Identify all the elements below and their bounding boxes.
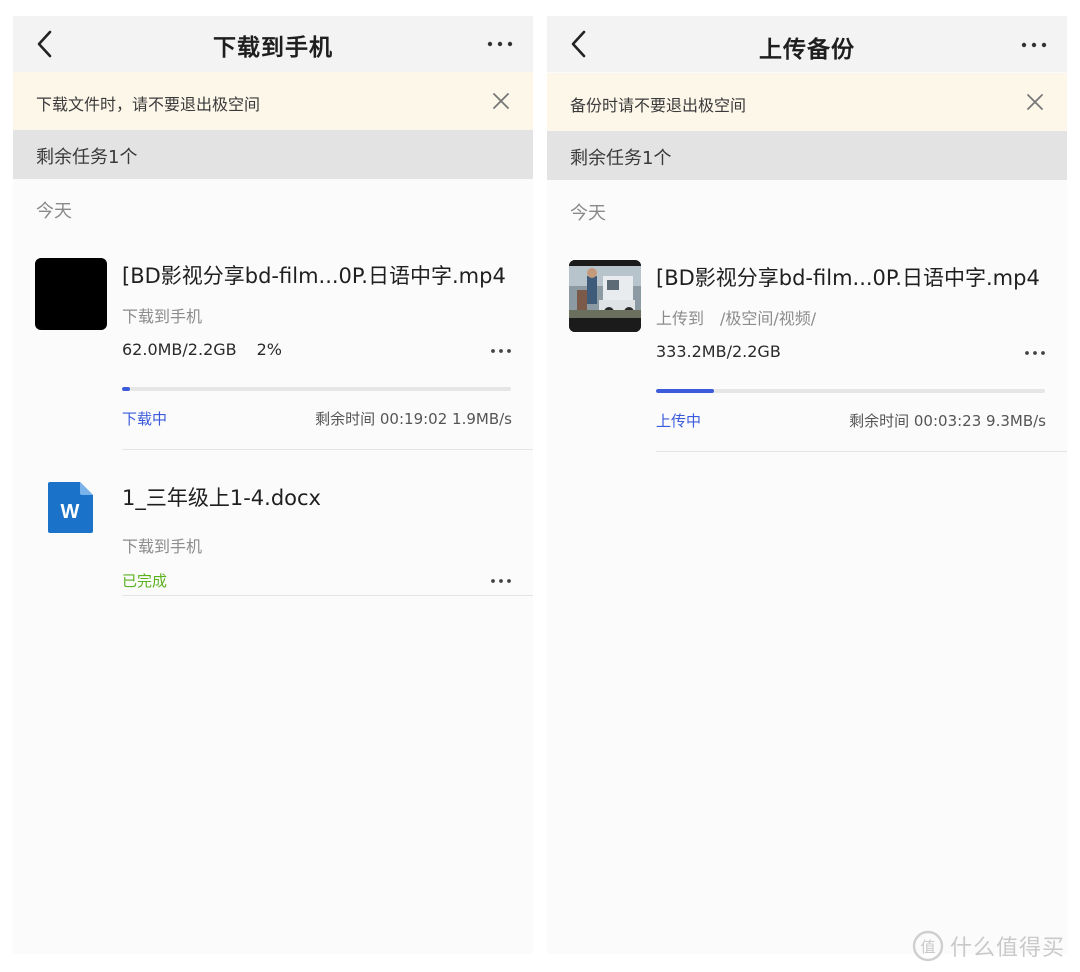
close-icon[interactable] (491, 91, 511, 111)
divider (122, 449, 533, 450)
progress-bar (122, 387, 511, 391)
video-thumbnail (569, 260, 641, 332)
remaining-tasks: 剩余任务1个 (570, 148, 672, 169)
svg-text:值: 值 (920, 938, 935, 956)
notice-banner: 下载文件时，请不要退出极空间 (13, 72, 533, 130)
notice-text: 下载文件时，请不要退出极空间 (36, 95, 261, 114)
remaining-time: 剩余时间 00:19:02 1.9MB/s (315, 410, 512, 428)
watermark: 值 什么值得买 (912, 928, 1065, 964)
remaining-time: 剩余时间 00:03:23 9.3MB/s (849, 412, 1046, 430)
top-bar: 上传备份 (547, 16, 1067, 72)
status-text: 下载中 (122, 410, 168, 428)
top-bar: 下载到手机 (13, 16, 533, 72)
more-options-icon[interactable] (489, 342, 513, 354)
upload-screen: 上传备份 备份时请不要退出极空间 剩余任务1个 今天 [BD影视分享bd-fil… (547, 16, 1067, 954)
page-title: 下载到手机 (213, 35, 333, 61)
svg-text:W: W (61, 501, 80, 523)
file-destination: 下载到手机 (122, 537, 203, 556)
progress-fill (122, 387, 130, 391)
page-title: 上传备份 (759, 37, 855, 63)
remaining-tasks: 剩余任务1个 (36, 147, 138, 168)
list-item[interactable]: W 1_三年级上1-4.docx 下载到手机 已完成 (13, 480, 533, 596)
section-header: 剩余任务1个 (547, 131, 1067, 180)
more-options-icon[interactable] (1023, 344, 1047, 356)
progress-fill (656, 389, 715, 393)
word-document-icon: W (47, 480, 95, 534)
section-header: 剩余任务1个 (13, 130, 533, 179)
file-size: 333.2MB/2.2GB (656, 342, 781, 361)
more-icon[interactable] (1019, 32, 1049, 56)
file-size: 62.0MB/2.2GB 2% (122, 340, 282, 359)
download-screen: 下载到手机 下载文件时，请不要退出极空间 剩余任务1个 今天 [BD影视分享bd… (13, 16, 533, 954)
list-item[interactable]: [BD影视分享bd-film...0P.日语中字.mp4 下载到手机 62.0M… (13, 258, 533, 450)
progress-bar (656, 389, 1045, 393)
file-name: [BD影视分享bd-film...0P.日语中字.mp4 (656, 266, 1040, 290)
transfer-percent: 2% (256, 340, 283, 359)
divider (122, 595, 533, 596)
transfer-size: 62.0MB/2.2GB (122, 340, 237, 359)
notice-text: 备份时请不要退出极空间 (570, 96, 747, 115)
file-destination: 上传到 /极空间/视频/ (656, 309, 817, 328)
file-name: 1_三年级上1-4.docx (122, 486, 321, 510)
watermark-text: 什么值得买 (950, 936, 1066, 961)
more-options-icon[interactable] (489, 572, 513, 584)
divider (656, 451, 1067, 452)
date-label: 今天 (570, 203, 606, 224)
status-text: 已完成 (122, 572, 168, 590)
file-destination: 下载到手机 (122, 307, 203, 326)
more-icon[interactable] (485, 32, 515, 56)
watermark-logo-icon: 值 (912, 930, 944, 962)
black-thumbnail (35, 258, 107, 330)
close-icon[interactable] (1025, 92, 1045, 112)
status-text: 上传中 (656, 412, 702, 430)
file-name: [BD影视分享bd-film...0P.日语中字.mp4 (122, 264, 506, 288)
list-item[interactable]: [BD影视分享bd-film...0P.日语中字.mp4 上传到 /极空间/视频… (547, 260, 1067, 452)
notice-banner: 备份时请不要退出极空间 (547, 73, 1067, 131)
date-label: 今天 (36, 201, 72, 222)
